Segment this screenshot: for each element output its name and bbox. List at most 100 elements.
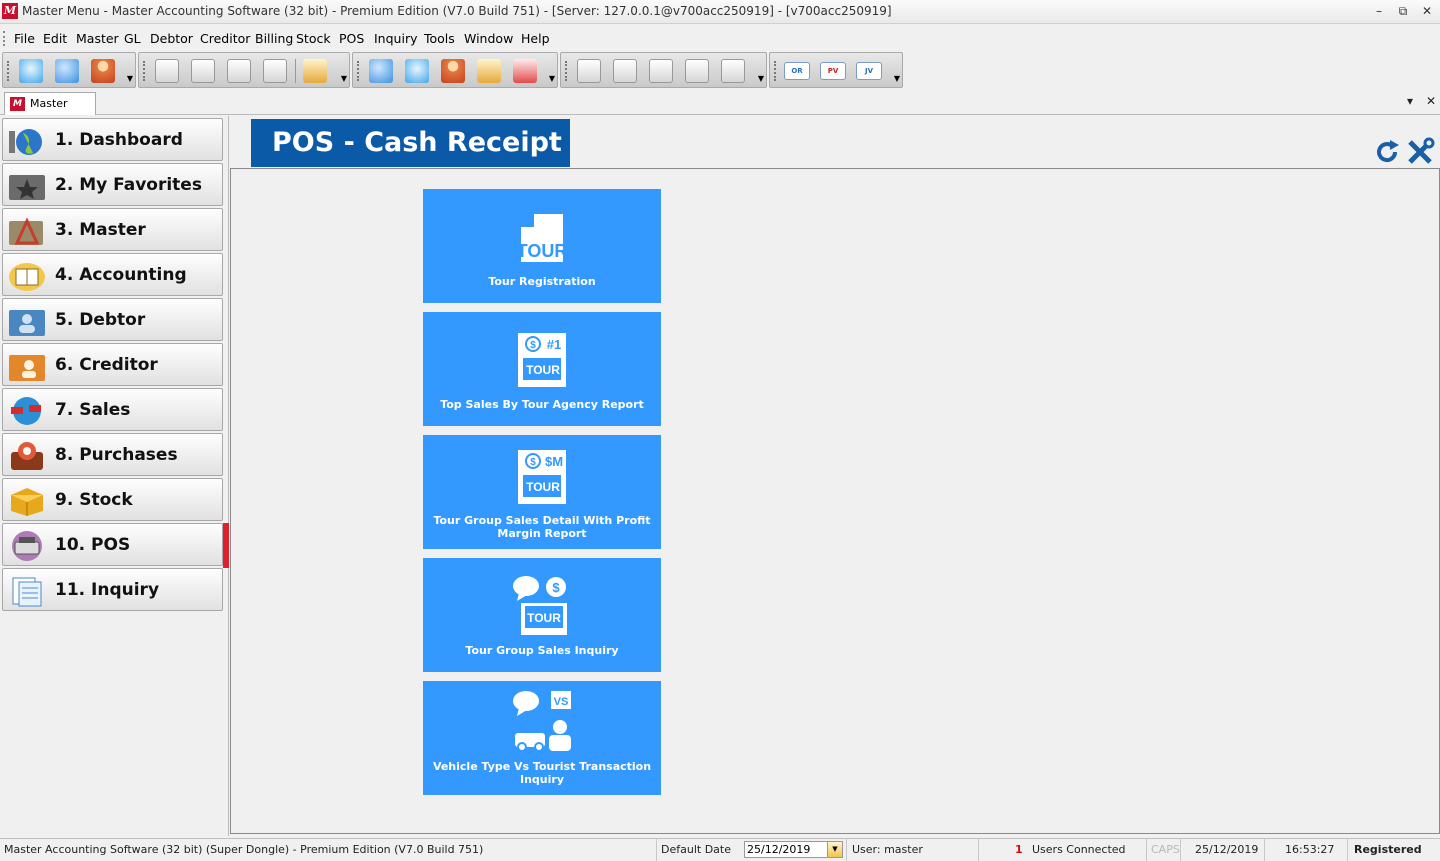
- menu-window[interactable]: Window: [464, 31, 513, 46]
- tile-top-sales-by-tour-agency-report[interactable]: $ #1 TOUR Top Sales By Tour Agency Repor…: [423, 312, 661, 426]
- sidebar-item-inquiry[interactable]: 11. Inquiry: [2, 568, 223, 611]
- payment-voucher-button[interactable]: PV: [820, 62, 846, 80]
- menu-debtor[interactable]: Debtor: [150, 31, 193, 46]
- menu-inquiry[interactable]: Inquiry: [374, 31, 417, 46]
- toolbar-overflow-icon[interactable]: ▼: [894, 74, 900, 83]
- sales-globe-icon: [11, 397, 41, 425]
- sidebar-item-accounting[interactable]: 4. Accounting: [2, 253, 223, 296]
- menu-stock[interactable]: Stock: [296, 31, 331, 46]
- refresh-cycle-icon[interactable]: [303, 59, 327, 83]
- menu-master[interactable]: Master: [76, 31, 119, 46]
- toolbar-overflow-icon[interactable]: ▼: [341, 74, 347, 83]
- receipt-icon[interactable]: [721, 59, 745, 83]
- document-globe-icon[interactable]: [191, 59, 215, 83]
- toolbar-grip[interactable]: [774, 61, 776, 81]
- toolbar-grip[interactable]: [565, 61, 567, 81]
- toolbar-overflow-icon[interactable]: ▼: [549, 74, 555, 83]
- tile-tour-registration[interactable]: TOUR Tour Registration: [423, 189, 661, 303]
- tab-master-menu[interactable]: M Master Menu: [4, 92, 96, 132]
- menu-pos[interactable]: POS: [339, 31, 364, 46]
- person-folder-icon: [9, 310, 45, 336]
- toolbar-grip[interactable]: [7, 61, 9, 81]
- ledger-scale-icon[interactable]: [577, 59, 601, 83]
- sidebar-item-dashboard[interactable]: 1. Dashboard: [2, 118, 223, 161]
- toolbar-documents: ▼: [138, 52, 350, 88]
- toolbar-separator: [295, 59, 296, 83]
- sidebar-item-label: 8. Purchases: [55, 445, 178, 465]
- sidebar-item-debtor[interactable]: 5. Debtor: [2, 298, 223, 341]
- toolbar-tools: ▼: [352, 52, 558, 88]
- tile-vehicle-type-vs-tourist-transaction-inquiry[interactable]: VS Vehicle Type Vs Tourist Transaction I…: [423, 681, 661, 795]
- contact-icon[interactable]: [441, 59, 465, 83]
- window-title: Master Menu - Master Accounting Software…: [22, 4, 892, 18]
- sidebar-item-favorites[interactable]: 2. My Favorites: [2, 163, 223, 206]
- menu-grip[interactable]: [3, 31, 6, 46]
- document-report-icon[interactable]: [155, 59, 179, 83]
- sidebar-item-stock[interactable]: 9. Stock: [2, 478, 223, 521]
- sidebar-item-creditor[interactable]: 6. Creditor: [2, 343, 223, 386]
- menu-help[interactable]: Help: [521, 31, 550, 46]
- active-module-indicator: [223, 523, 229, 568]
- menu-bar: File Edit Master GL Debtor Creditor Bill…: [0, 28, 1440, 49]
- user-profile-icon[interactable]: [55, 59, 79, 83]
- journal-voucher-button[interactable]: JV: [856, 62, 882, 80]
- upload-user-icon[interactable]: [405, 59, 429, 83]
- default-date-field[interactable]: 25/12/2019 ▼: [744, 841, 843, 858]
- window-titlebar: M Master Menu - Master Accounting Softwa…: [0, 0, 1440, 24]
- svg-text:TOUR: TOUR: [526, 480, 560, 494]
- toolbar-overflow-icon[interactable]: ▼: [758, 74, 764, 83]
- tab-list-dropdown-icon[interactable]: ▾: [1407, 94, 1413, 108]
- currency-icon[interactable]: [513, 59, 537, 83]
- menu-creditor[interactable]: Creditor: [200, 31, 250, 46]
- calendar-grid-icon[interactable]: [19, 59, 43, 83]
- date-dropdown-icon[interactable]: ▼: [827, 842, 842, 857]
- compass-icon[interactable]: [369, 59, 393, 83]
- minimize-button[interactable]: –: [1367, 2, 1391, 20]
- official-receipt-button[interactable]: OR: [784, 62, 810, 80]
- close-tab-icon[interactable]: ✕: [1426, 94, 1436, 108]
- person-folder-icon: [9, 355, 45, 381]
- close-window-button[interactable]: ✕: [1415, 2, 1439, 20]
- balance-scale-icon[interactable]: [649, 59, 673, 83]
- toolbar-grip[interactable]: [357, 61, 359, 81]
- inquiry-list-icon: [12, 577, 42, 607]
- vehicle-vs-tourist-icon: VS: [513, 691, 571, 752]
- status-separator: [1347, 839, 1348, 861]
- toolbar-grip[interactable]: [143, 61, 145, 81]
- tile-tour-group-sales-detail-with-profit-margin-report[interactable]: $ $M TOUR Tour Group Sales Detail With P…: [423, 435, 661, 549]
- restore-button[interactable]: ⧉: [1391, 2, 1415, 20]
- menu-file[interactable]: File: [14, 31, 35, 46]
- purchase-bag-icon: [11, 442, 43, 470]
- module-sidebar: 1. Dashboard 2. My Favorites 3. Master 4…: [0, 116, 229, 836]
- invoice-dollar-icon[interactable]: [613, 59, 637, 83]
- profit-margin-tour-icon: $ $M TOUR: [518, 450, 566, 504]
- settings-tools-icon[interactable]: [1405, 137, 1435, 167]
- tile-label: Tour Group Sales Detail With Profit Marg…: [433, 514, 651, 540]
- sidebar-item-label: 4. Accounting: [55, 265, 187, 285]
- toolbar-overflow-icon[interactable]: ▼: [127, 74, 133, 83]
- document-search-icon[interactable]: [227, 59, 251, 83]
- sidebar-item-master[interactable]: 3. Master: [2, 208, 223, 251]
- toolbar-accounting: ▼: [560, 52, 767, 88]
- menu-gl[interactable]: GL: [124, 31, 141, 46]
- content-panel: TOUR Tour Registration $ #1 TOUR Top Sal…: [230, 168, 1440, 834]
- user-account-icon[interactable]: [91, 59, 115, 83]
- menu-billing[interactable]: Billing: [255, 31, 293, 46]
- svg-text:TOUR: TOUR: [526, 363, 560, 377]
- status-app-info: Master Accounting Software (32 bit) (Sup…: [4, 843, 484, 856]
- refresh-icon[interactable]: [1372, 137, 1402, 167]
- folder-icon[interactable]: [477, 59, 501, 83]
- main-content: POS - Cash Receipt TOUR Tour Registratio…: [230, 116, 1440, 836]
- sidebar-item-pos[interactable]: 10. POS: [2, 523, 223, 566]
- status-date: 25/12/2019: [1195, 843, 1259, 856]
- tile-label: Vehicle Type Vs Tourist Transaction Inqu…: [432, 760, 652, 786]
- sidebar-item-purchases[interactable]: 8. Purchases: [2, 433, 223, 476]
- document-chart-icon[interactable]: [263, 59, 287, 83]
- sidebar-item-label: 2. My Favorites: [55, 175, 202, 195]
- list-report-icon[interactable]: [685, 59, 709, 83]
- menu-edit[interactable]: Edit: [43, 31, 67, 46]
- tile-tour-group-sales-inquiry[interactable]: $ TOUR Tour Group Sales Inquiry: [423, 558, 661, 672]
- sidebar-item-sales[interactable]: 7. Sales: [2, 388, 223, 431]
- menu-tools[interactable]: Tools: [424, 31, 455, 46]
- sidebar-item-label: 6. Creditor: [55, 355, 158, 375]
